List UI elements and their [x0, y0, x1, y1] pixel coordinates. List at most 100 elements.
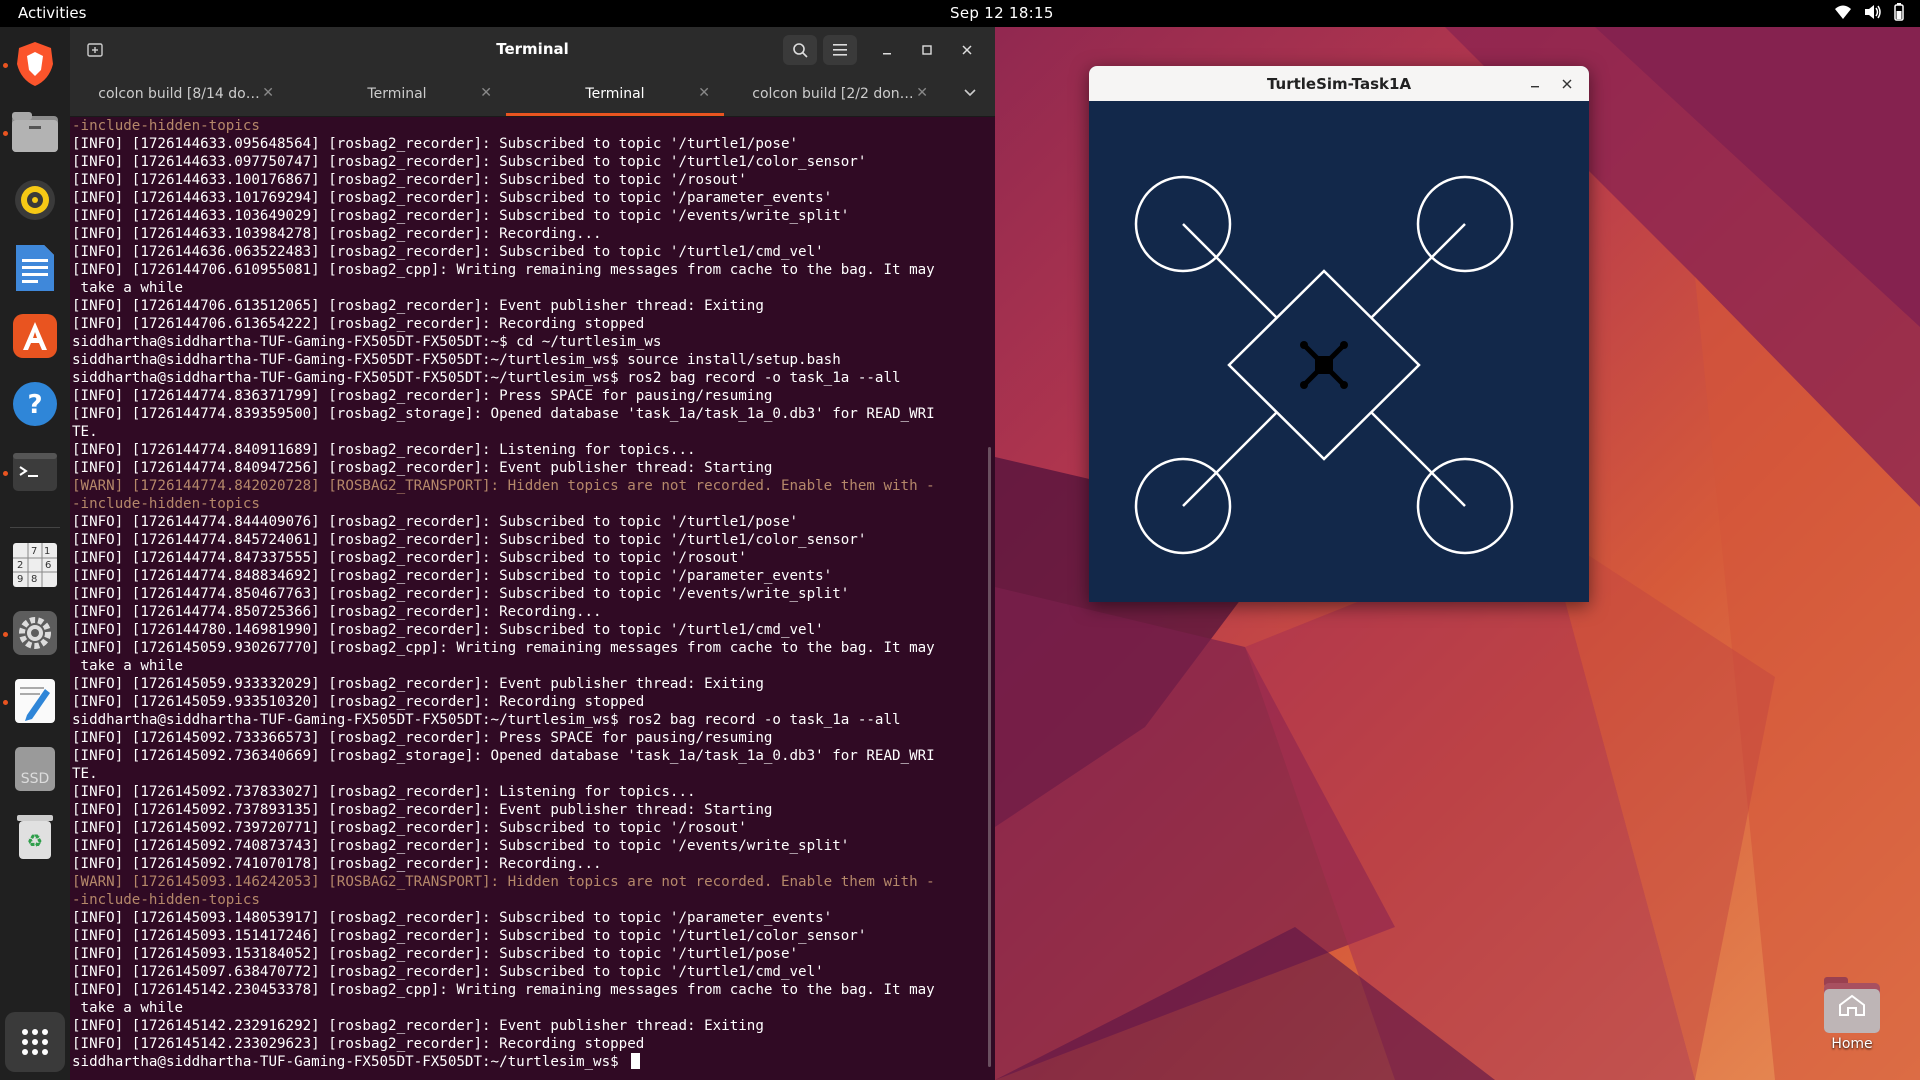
- terminal-line: [INFO] [1726144774.836371799] [rosbag2_r…: [72, 388, 773, 404]
- terminal-line: [INFO] [1726145092.737833027] [rosbag2_r…: [72, 784, 696, 800]
- terminal-line: [INFO] [1726144633.097750747] [rosbag2_r…: [72, 154, 867, 170]
- minimize-icon: [1531, 86, 1539, 88]
- terminal-line: [INFO] [1726144774.847337555] [rosbag2_r…: [72, 550, 747, 566]
- terminal-line: [INFO] [1726145092.733366573] [rosbag2_r…: [72, 730, 773, 746]
- tab-label: colcon build [2/2 don…: [752, 86, 914, 102]
- maximize-icon: [922, 45, 932, 55]
- terminal-line: [INFO] [1726144774.850467763] [rosbag2_r…: [72, 586, 850, 602]
- terminal-line: [INFO] [1726144774.845724061] [rosbag2_r…: [72, 532, 867, 548]
- turtlesim-header: TurtleSim-Task1A: [1089, 66, 1589, 101]
- text-editor-icon[interactable]: [10, 676, 60, 726]
- system-tray[interactable]: [1834, 3, 1904, 21]
- wifi-icon: [1835, 5, 1851, 19]
- terminal-line: [INFO] [1726145097.638470772] [rosbag2_r…: [72, 964, 824, 980]
- terminal-line: [INFO] [1726144774.850725366] [rosbag2_r…: [72, 604, 602, 620]
- close-button[interactable]: [950, 35, 984, 65]
- svg-text:9: 9: [17, 574, 23, 585]
- terminal-line: [INFO] [1726144633.103649029] [rosbag2_r…: [72, 208, 850, 224]
- terminal-output[interactable]: -include-hidden-topics [INFO] [1726144633…: [70, 117, 982, 1080]
- terminal-line: [INFO] [1726144633.103984278] [rosbag2_r…: [72, 226, 602, 242]
- home-folder-label[interactable]: Home: [1812, 1036, 1892, 1052]
- terminal-prompt: siddhartha@siddhartha-TUF-Gaming-FX505DT…: [72, 1053, 982, 1071]
- brave-browser-icon[interactable]: [10, 39, 60, 89]
- terminal-cursor: [631, 1053, 641, 1069]
- tab-label: colcon build [8/14 do…: [98, 86, 260, 102]
- search-icon: [793, 43, 808, 58]
- search-button[interactable]: [783, 35, 817, 65]
- terminal-line: [INFO] [1726144774.848834692] [rosbag2_r…: [72, 568, 833, 584]
- terminal-line: [INFO] [1726145093.148053917] [rosbag2_r…: [72, 910, 833, 926]
- turtlesim-title: TurtleSim-Task1A: [1266, 75, 1412, 93]
- turtlesim-window: TurtleSim-Task1A: [1089, 66, 1589, 602]
- terminal-line: TE.: [72, 424, 98, 440]
- terminal-line: [INFO] [1726144633.100176867] [rosbag2_r…: [72, 172, 747, 188]
- hamburger-icon: [833, 44, 847, 56]
- terminal-line: [INFO] [1726145059.933332029] [rosbag2_r…: [72, 676, 764, 692]
- terminal-tab-bar: colcon build [8/14 do… ✕ Terminal ✕ Term…: [70, 72, 995, 117]
- maximize-button[interactable]: [910, 35, 944, 65]
- help-icon[interactable]: ?: [10, 379, 60, 429]
- terminal-line: [INFO] [1726144633.101769294] [rosbag2_r…: [72, 190, 833, 206]
- svg-text:?: ?: [27, 390, 42, 420]
- terminal-line: [WARN] [1726144774.842020728] [ROSBAG2_T…: [72, 478, 935, 494]
- minimize-button[interactable]: [870, 35, 904, 65]
- terminal-line: [INFO] [1726145142.233029623] [rosbag2_r…: [72, 1036, 645, 1052]
- svg-text:6: 6: [45, 560, 51, 571]
- app-center-icon[interactable]: [10, 311, 60, 361]
- activities-button[interactable]: Activities: [18, 4, 86, 22]
- terminal-window: Terminal colcon build [8/14 do… ✕ Termin…: [70, 27, 995, 1080]
- rhythmbox-icon[interactable]: [10, 175, 60, 225]
- libreoffice-writer-icon[interactable]: [10, 243, 60, 293]
- terminal-line: -include-hidden-topics: [72, 892, 260, 908]
- tab-colcon-build-1[interactable]: colcon build [8/14 do… ✕: [70, 72, 288, 116]
- terminal-scrollbar[interactable]: [988, 447, 991, 1067]
- sudoku-icon[interactable]: 71 2 6 98: [10, 540, 60, 590]
- show-apps-icon[interactable]: [5, 1012, 65, 1072]
- files-icon[interactable]: [10, 107, 60, 157]
- tab-terminal-2[interactable]: Terminal ✕: [506, 72, 724, 116]
- tab-close-icon[interactable]: ✕: [262, 85, 274, 101]
- tab-close-icon[interactable]: ✕: [480, 85, 492, 101]
- turtlesim-canvas: [1089, 101, 1589, 602]
- terminal-line: [INFO] [1726145142.230453378] [rosbag2_c…: [72, 982, 935, 998]
- terminal-line: -include-hidden-topics: [72, 118, 260, 134]
- terminal-line: [INFO] [1726144706.613654222] [rosbag2_r…: [72, 316, 645, 332]
- terminal-line: [WARN] [1726145093.146242053] [ROSBAG2_T…: [72, 874, 935, 890]
- svg-text:2: 2: [17, 560, 23, 571]
- ssd-drive-icon[interactable]: SSD: [10, 744, 60, 794]
- terminal-line: [INFO] [1726145093.153184052] [rosbag2_r…: [72, 946, 799, 962]
- ssd-label: SSD: [20, 771, 50, 787]
- terminal-line: siddhartha@siddhartha-TUF-Gaming-FX505DT…: [72, 334, 662, 350]
- home-folder-icon[interactable]: [1822, 975, 1882, 1035]
- settings-icon[interactable]: [10, 608, 60, 658]
- tab-list-button[interactable]: [953, 78, 987, 108]
- tab-terminal-1[interactable]: Terminal ✕: [288, 72, 506, 116]
- terminal-line: [INFO] [1726144706.613512065] [rosbag2_r…: [72, 298, 764, 314]
- svg-text:♻: ♻: [27, 831, 43, 852]
- close-icon: [1562, 79, 1572, 89]
- clock[interactable]: Sep 12 18:15: [950, 4, 1054, 22]
- terminal-line: [INFO] [1726144780.146981990] [rosbag2_r…: [72, 622, 824, 638]
- turtlesim-minimize-button[interactable]: [1525, 74, 1545, 94]
- terminal-line: [INFO] [1726145092.740873743] [rosbag2_r…: [72, 838, 850, 854]
- svg-text:1: 1: [44, 546, 50, 557]
- terminal-line: [INFO] [1726144706.610955081] [rosbag2_c…: [72, 262, 935, 278]
- minimize-icon: [883, 53, 891, 55]
- svg-text:8: 8: [31, 574, 37, 585]
- turtlesim-close-button[interactable]: [1557, 74, 1577, 94]
- terminal-line: siddhartha@siddhartha-TUF-Gaming-FX505DT…: [72, 712, 901, 728]
- tab-close-icon[interactable]: ✕: [916, 85, 928, 101]
- trash-icon[interactable]: ♻: [10, 812, 60, 862]
- terminal-line: siddhartha@siddhartha-TUF-Gaming-FX505DT…: [72, 352, 841, 368]
- terminal-line: [INFO] [1726145092.741070178] [rosbag2_r…: [72, 856, 602, 872]
- svg-text:7: 7: [31, 546, 37, 557]
- terminal-line: TE.: [72, 766, 98, 782]
- terminal-line: [INFO] [1726145092.737893135] [rosbag2_r…: [72, 802, 773, 818]
- terminal-icon[interactable]: [10, 447, 60, 497]
- menu-button[interactable]: [823, 35, 857, 65]
- tab-colcon-build-2[interactable]: colcon build [2/2 don… ✕: [724, 72, 942, 116]
- terminal-line: [INFO] [1726145142.232916292] [rosbag2_r…: [72, 1018, 764, 1034]
- terminal-line: [INFO] [1726144774.839359500] [rosbag2_s…: [72, 406, 935, 422]
- tab-label: Terminal: [585, 86, 645, 102]
- tab-close-icon[interactable]: ✕: [698, 85, 710, 101]
